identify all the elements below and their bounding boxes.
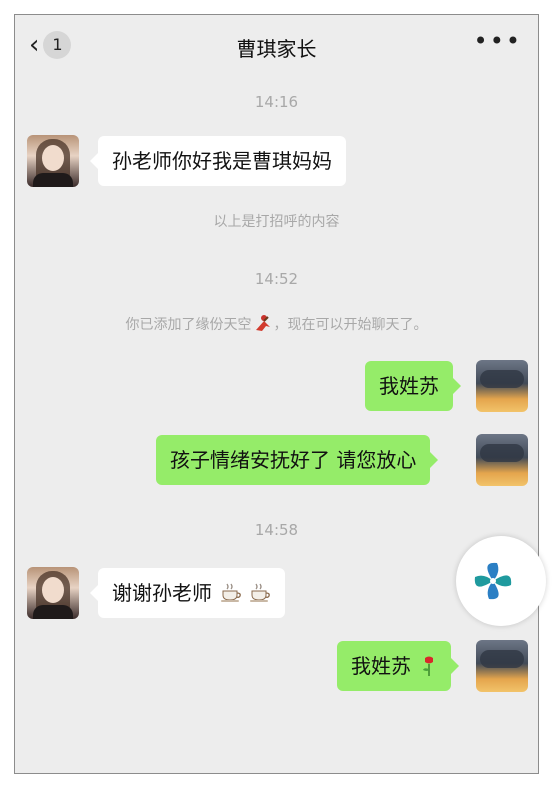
message-bubble-incoming[interactable]: 谢谢孙老师: [90, 568, 285, 618]
friend-added-text: 你已添加了缘份天空: [125, 317, 252, 333]
message-bubble-outgoing[interactable]: 我姓苏: [365, 361, 461, 411]
chat-header: ‹ 1 曹琪家长 •••: [15, 15, 538, 77]
message-text: 谢谢孙老师: [112, 581, 212, 605]
dancer-emoji-icon: [255, 315, 270, 331]
system-note-greeting: 以上是打招呼的内容: [213, 214, 340, 230]
timestamp: 14:16: [254, 93, 299, 111]
contact-avatar[interactable]: [27, 135, 79, 187]
self-avatar[interactable]: [476, 434, 528, 486]
chat-window: ‹ 1 曹琪家长 ••• 14:16 孙老师你好我是曹琪妈妈 以上是打招呼的内容…: [14, 14, 539, 774]
self-avatar[interactable]: [476, 360, 528, 412]
timestamp: 14:58: [254, 521, 299, 539]
pinwheel-icon: [474, 562, 512, 600]
friend-added-tail-text: ，现在可以开始聊天了。: [273, 317, 428, 333]
coffee-emoji-icon: [249, 583, 270, 602]
coffee-emoji-icon: [221, 583, 242, 602]
message-bubble-outgoing[interactable]: 我姓苏: [337, 641, 460, 691]
contact-avatar[interactable]: [27, 567, 79, 619]
message-text: 我姓苏: [351, 654, 411, 678]
floating-assistant-button[interactable]: [456, 536, 546, 626]
system-note-friend-added: 你已添加了缘份天空 ，现在可以开始聊天了。: [15, 314, 538, 334]
message-bubble-incoming[interactable]: 孙老师你好我是曹琪妈妈: [90, 136, 346, 186]
rose-emoji-icon: [423, 656, 434, 676]
message-bubble-outgoing[interactable]: 孩子情绪安抚好了 请您放心: [156, 435, 439, 485]
chat-title: 曹琪家长: [236, 37, 317, 61]
timestamp: 14:52: [254, 270, 299, 288]
self-avatar[interactable]: [476, 640, 528, 692]
more-options-button[interactable]: •••: [474, 27, 522, 55]
